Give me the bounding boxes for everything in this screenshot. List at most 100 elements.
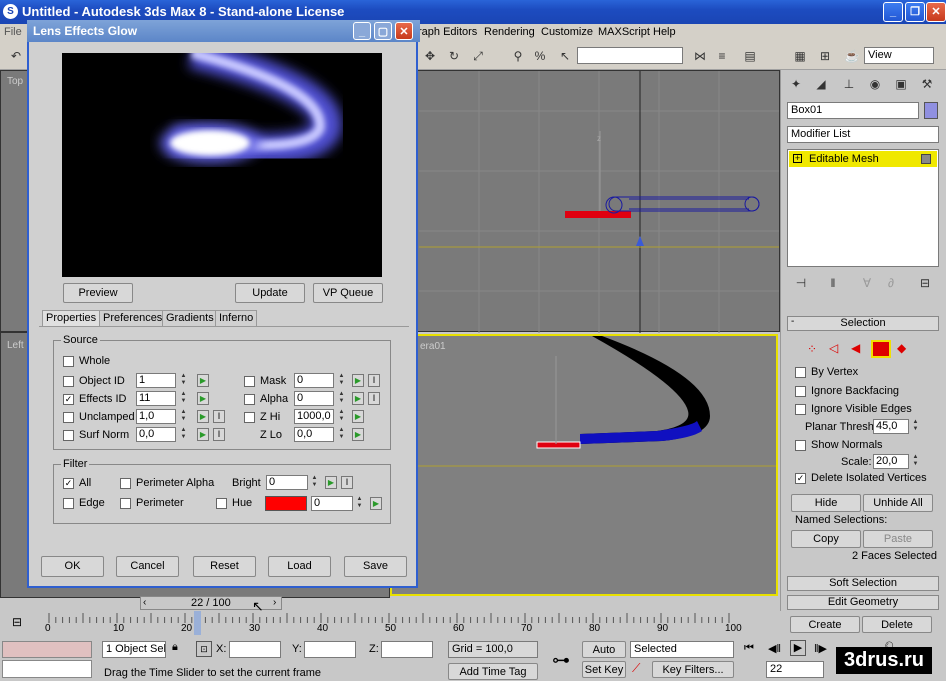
maximize-button[interactable]: ❐: [905, 2, 925, 22]
dialog-maximize-button[interactable]: ▢: [374, 22, 392, 40]
tab-preferences[interactable]: Preferences: [99, 310, 167, 326]
add-time-tag-button[interactable]: Add Time Tag: [448, 663, 538, 680]
show-normals-checkbox[interactable]: [795, 440, 806, 451]
select-icon[interactable]: ✥: [420, 46, 440, 66]
create-button[interactable]: Create: [790, 616, 860, 633]
planar-thresh-spinner[interactable]: ▲ ▼: [911, 419, 920, 434]
hue-checkbox[interactable]: [216, 498, 227, 509]
unclamped-checkbox[interactable]: [63, 412, 74, 423]
ignore-visible-edges-checkbox[interactable]: [795, 404, 806, 415]
element-mode-icon[interactable]: ◆: [897, 341, 906, 355]
unclamped-spinner[interactable]: ▲ ▼: [179, 409, 188, 424]
pin-stack-icon[interactable]: ⊣: [791, 273, 811, 293]
rollout-collapse-icon[interactable]: -: [791, 316, 794, 327]
face-mode-icon[interactable]: ◀: [851, 341, 860, 355]
mask-field[interactable]: 0: [294, 373, 334, 388]
dialog-close-button[interactable]: ✕: [395, 22, 413, 40]
play-icon[interactable]: ▶: [790, 640, 806, 656]
perimeter-alpha-checkbox[interactable]: [120, 478, 131, 489]
reset-button[interactable]: Reset: [193, 556, 256, 577]
set-key-button[interactable]: Set Key: [582, 661, 626, 678]
auto-key-button[interactable]: Auto Key: [582, 641, 626, 672]
object-name-field[interactable]: Box01: [787, 102, 919, 119]
bright-field[interactable]: 0: [266, 475, 308, 490]
menu-rendering[interactable]: Rendering: [484, 26, 535, 38]
object-id-checkbox[interactable]: [63, 376, 74, 387]
named-selection-field[interactable]: [577, 47, 683, 64]
edit-geometry-rollout[interactable]: Edit Geometry: [787, 595, 939, 610]
rotate-icon[interactable]: ↻: [444, 46, 464, 66]
bright-spinner[interactable]: ▲ ▼: [310, 475, 319, 490]
edge-checkbox[interactable]: [63, 498, 74, 509]
by-vertex-checkbox[interactable]: [795, 367, 806, 378]
hue-field[interactable]: 0: [311, 496, 353, 511]
undo-icon[interactable]: ↶: [6, 46, 26, 66]
zhi-spinner[interactable]: ▲ ▼: [337, 409, 346, 424]
stack-item-editable-mesh[interactable]: + Editable Mesh: [789, 151, 937, 167]
save-button[interactable]: Save: [344, 556, 407, 577]
prev-key-icon[interactable]: ◀‖: [768, 642, 781, 655]
current-frame-field[interactable]: 22: [766, 661, 824, 678]
all-checkbox[interactable]: ✓: [63, 478, 74, 489]
named-selection-icon[interactable]: ↖: [555, 46, 575, 66]
update-button[interactable]: Update: [235, 283, 305, 303]
unclamped-i-button[interactable]: I: [213, 410, 225, 423]
key-selection-dropdown[interactable]: Selected: [630, 641, 734, 658]
copy-button[interactable]: Copy: [791, 530, 861, 548]
object-id-map-button[interactable]: ▶: [197, 374, 209, 387]
zhi-checkbox[interactable]: [244, 412, 255, 423]
bright-i-button[interactable]: I: [341, 476, 353, 489]
effects-id-checkbox[interactable]: ✓: [63, 394, 74, 405]
vp-queue-button[interactable]: VP Queue: [313, 283, 383, 303]
menu-file[interactable]: File: [4, 26, 22, 38]
unclamped-map-button[interactable]: ▶: [197, 410, 209, 423]
utilities-tab-icon[interactable]: ⚒: [917, 74, 937, 94]
menu-graph-editors[interactable]: raph Editors: [418, 26, 477, 38]
minimize-button[interactable]: _: [883, 2, 903, 22]
object-id-field[interactable]: 1: [136, 373, 176, 388]
surf-norm-spinner[interactable]: ▲ ▼: [179, 427, 188, 442]
alpha-spinner[interactable]: ▲ ▼: [337, 391, 346, 406]
soft-selection-rollout[interactable]: Soft Selection: [787, 576, 939, 591]
stack-item-toggle[interactable]: [921, 154, 931, 164]
make-unique-icon[interactable]: ∀: [857, 273, 877, 293]
delete-button[interactable]: Delete: [862, 616, 932, 633]
delete-isolated-checkbox[interactable]: ✓: [795, 473, 806, 484]
scale-spinner[interactable]: ▲ ▼: [911, 454, 920, 469]
scale-field[interactable]: 20,0: [873, 454, 909, 469]
effects-id-field[interactable]: 11: [136, 391, 176, 406]
preview-button[interactable]: Preview: [63, 283, 133, 303]
viewport-camera[interactable]: era01: [390, 334, 778, 596]
polygon-mode-icon[interactable]: [871, 340, 891, 358]
goto-start-icon[interactable]: ⏮: [744, 642, 754, 655]
display-tab-icon[interactable]: ▣: [891, 74, 911, 94]
hierarchy-tab-icon[interactable]: ⊥: [839, 74, 859, 94]
motion-tab-icon[interactable]: ◉: [865, 74, 885, 94]
hue-spinner[interactable]: ▲ ▼: [355, 496, 364, 511]
tab-inferno[interactable]: Inferno: [215, 310, 258, 326]
ignore-backfacing-checkbox[interactable]: [795, 386, 806, 397]
bright-map-button[interactable]: ▶: [325, 476, 337, 489]
load-button[interactable]: Load: [268, 556, 331, 577]
menu-maxscript[interactable]: MAXScript: [598, 26, 650, 38]
schematic-icon[interactable]: ⊞: [815, 46, 835, 66]
maxscript-listener[interactable]: [2, 641, 92, 658]
close-button[interactable]: ✕: [926, 2, 946, 22]
absolute-mode-icon[interactable]: ⊡: [196, 641, 212, 657]
curve-editor-icon[interactable]: ▦: [790, 46, 810, 66]
alpha-i-button[interactable]: I: [368, 392, 380, 405]
mask-spinner[interactable]: ▲ ▼: [337, 373, 346, 388]
zlo-map-button[interactable]: ▶: [352, 428, 364, 441]
align-icon[interactable]: ≡: [712, 46, 732, 66]
effects-id-map-button[interactable]: ▶: [197, 392, 209, 405]
tab-properties[interactable]: Properties: [42, 310, 101, 326]
zhi-field[interactable]: 1000,0: [294, 409, 334, 424]
show-end-result-icon[interactable]: ‖: [823, 273, 843, 293]
render-type-select[interactable]: View: [864, 47, 934, 64]
whole-checkbox[interactable]: [63, 356, 74, 367]
object-id-spinner[interactable]: ▲ ▼: [179, 373, 188, 388]
surf-norm-checkbox[interactable]: [63, 430, 74, 441]
paste-button[interactable]: Paste: [863, 530, 933, 548]
remove-modifier-icon[interactable]: ∂: [881, 273, 901, 293]
ok-button[interactable]: OK: [41, 556, 104, 577]
